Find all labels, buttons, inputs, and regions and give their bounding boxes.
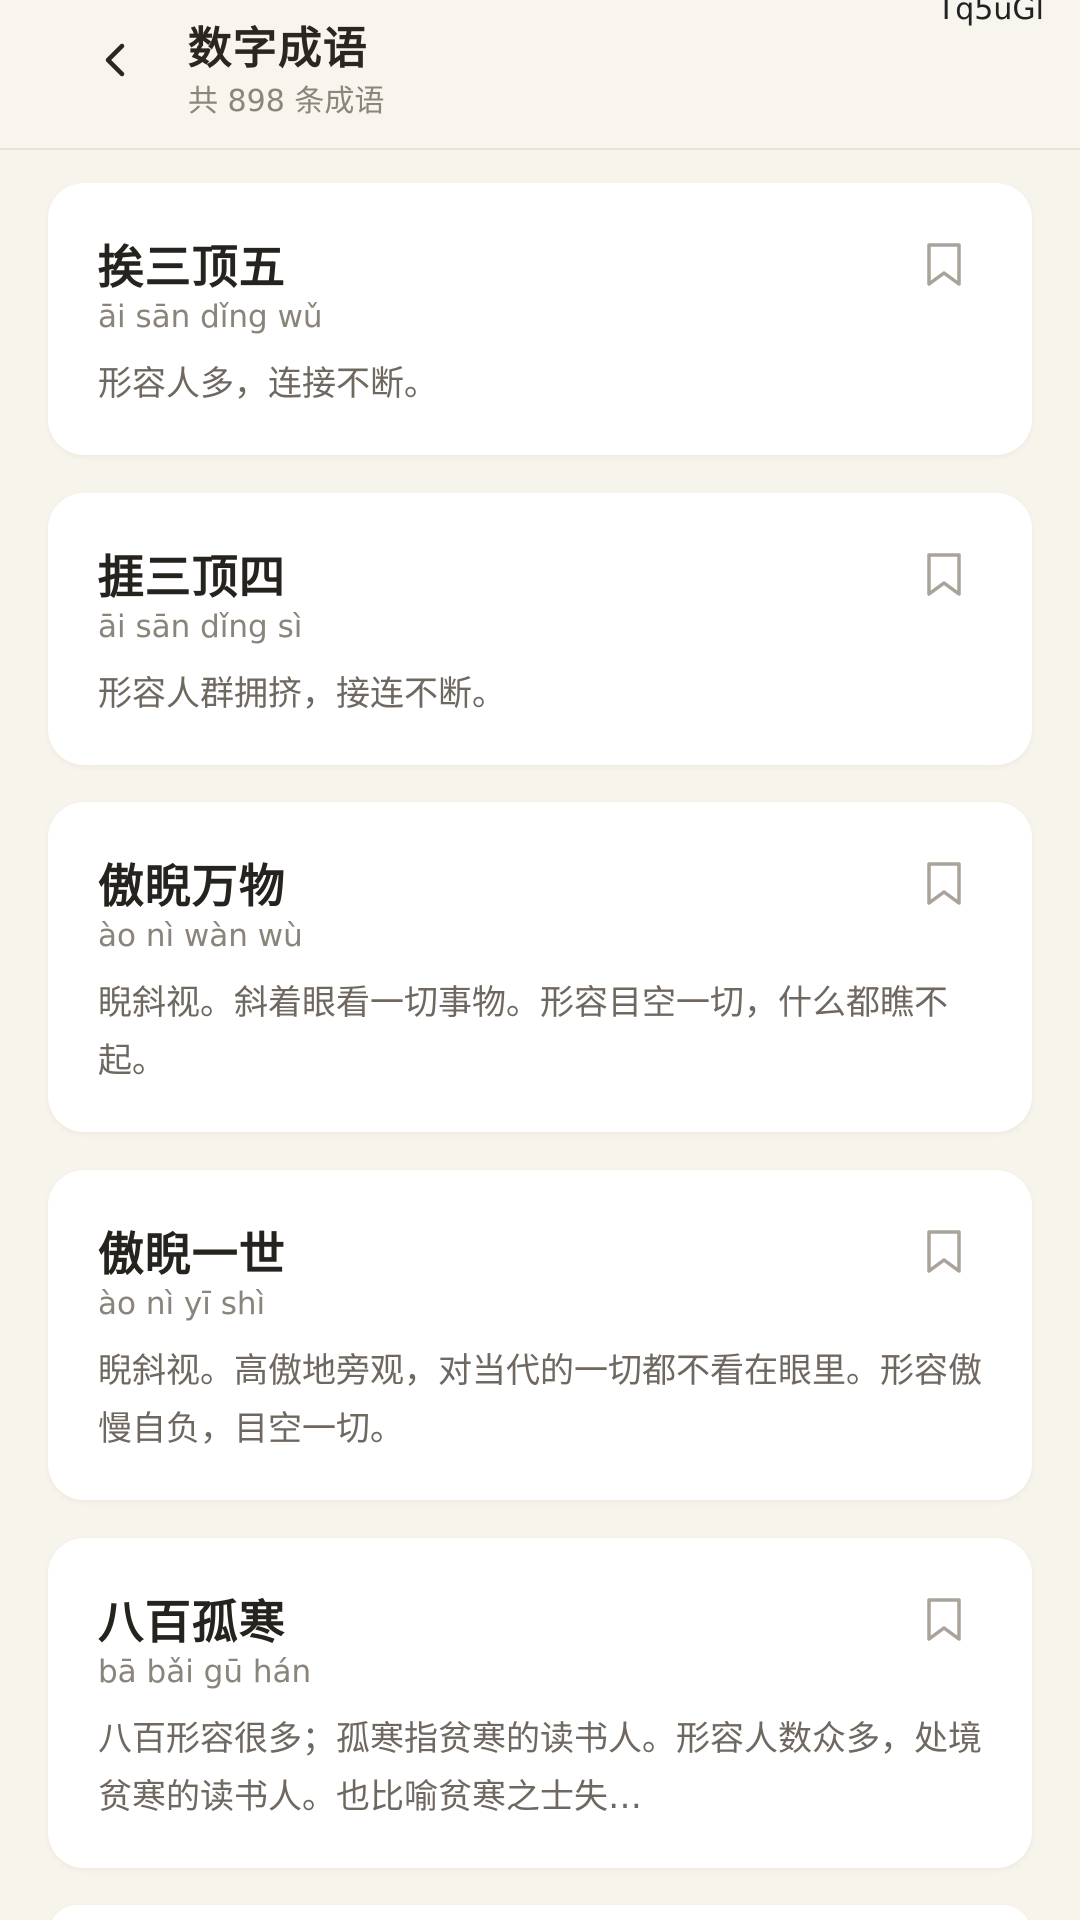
idiom-word: 傲睨万物 bbox=[98, 859, 286, 913]
idiom-definition: 形容人多，连接不断。 bbox=[98, 364, 438, 404]
chevron-left-icon bbox=[105, 43, 125, 77]
idiom-definition: 形容人群拥挤，接连不断。 bbox=[98, 674, 506, 714]
idiom-card[interactable]: 八百孤寒 bā bǎi gū hán 八百形容很多；孤寒指贫寒的读书人。形容人数… bbox=[48, 1538, 1032, 1868]
bookmark-button[interactable] bbox=[924, 1596, 964, 1644]
idiom-count: 共 898 条成语 bbox=[188, 84, 385, 119]
idiom-card[interactable]: 捱三顶四 āi sān dǐng sì 形容人群拥挤，接连不断。 bbox=[48, 493, 1032, 765]
idiom-definition: 睨斜视。斜着眼看一切事物。形容目空一切，什么都瞧不起。 bbox=[98, 983, 948, 1081]
bookmark-icon bbox=[927, 1230, 961, 1273]
idiom-pinyin: ào nì yī shì bbox=[98, 1286, 266, 1322]
bookmark-button[interactable] bbox=[924, 551, 964, 599]
idiom-card[interactable]: 傲睨万物 ào nì wàn wù 睨斜视。斜着眼看一切事物。形容目空一切，什么… bbox=[48, 802, 1032, 1132]
bookmark-icon bbox=[927, 1598, 961, 1641]
idiom-pinyin: āi sān dǐng wǔ bbox=[98, 299, 323, 335]
bookmark-button[interactable] bbox=[924, 241, 964, 289]
idiom-word: 挨三顶五 bbox=[98, 240, 286, 294]
idiom-pinyin: ào nì wàn wù bbox=[98, 918, 303, 954]
idiom-word: 傲睨一世 bbox=[98, 1227, 286, 1281]
idiom-card-partial[interactable] bbox=[48, 1905, 1032, 1920]
bookmark-button[interactable] bbox=[924, 860, 964, 908]
top-bar: 数字成语 共 898 条成语 Tq5uGl bbox=[0, 0, 1080, 150]
idiom-pinyin: bā bǎi gū hán bbox=[98, 1654, 312, 1690]
idiom-card[interactable]: 傲睨一世 ào nì yī shì 睨斜视。高傲地旁观，对当代的一切都不看在眼里… bbox=[48, 1170, 1032, 1500]
page-title: 数字成语 bbox=[188, 23, 368, 74]
idiom-word: 捱三顶四 bbox=[98, 550, 286, 604]
back-button[interactable] bbox=[92, 36, 140, 84]
idiom-word: 八百孤寒 bbox=[98, 1595, 286, 1649]
idiom-definition: 睨斜视。高傲地旁观，对当代的一切都不看在眼里。形容傲慢自负，目空一切。 bbox=[98, 1351, 982, 1449]
idiom-pinyin: āi sān dǐng sì bbox=[98, 609, 303, 645]
watermark: Tq5uGl bbox=[936, 0, 1044, 27]
bookmark-icon bbox=[927, 243, 961, 286]
idiom-card[interactable]: 挨三顶五 āi sān dǐng wǔ 形容人多，连接不断。 bbox=[48, 183, 1032, 455]
idiom-definition: 八百形容很多；孤寒指贫寒的读书人。形容人数众多，处境贫寒的读书人。也比喻贫寒之士… bbox=[98, 1719, 982, 1817]
idiom-list-screen: 数字成语 共 898 条成语 Tq5uGl 挨三顶五 āi sān dǐng w… bbox=[0, 0, 1080, 1920]
bookmark-button[interactable] bbox=[924, 1228, 964, 1276]
bookmark-icon bbox=[927, 553, 961, 596]
bookmark-icon bbox=[927, 862, 961, 905]
